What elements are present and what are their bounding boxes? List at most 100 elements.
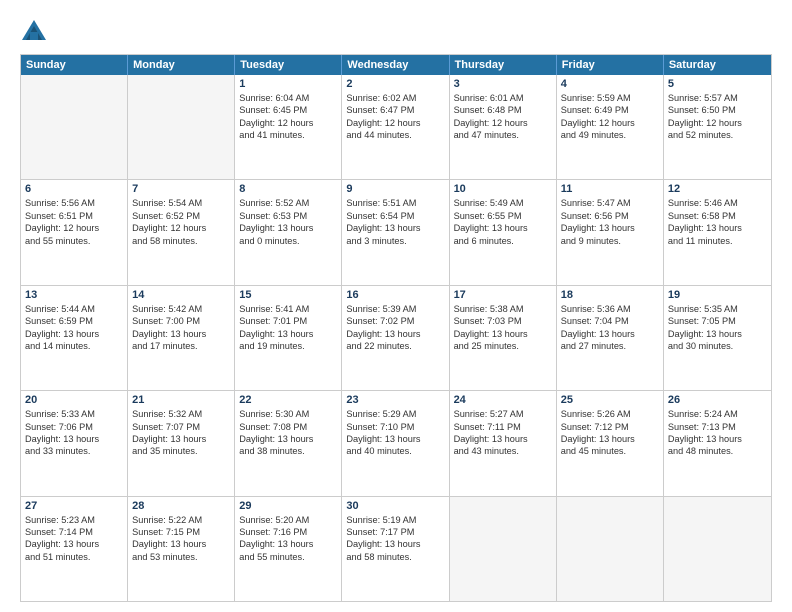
cell-text: Sunset: 7:15 PM xyxy=(132,526,230,538)
cell-text: Sunset: 6:45 PM xyxy=(239,104,337,116)
cell-text: Sunrise: 5:59 AM xyxy=(561,92,659,104)
cell-text: Sunrise: 6:02 AM xyxy=(346,92,444,104)
calendar-cell-25: 25Sunrise: 5:26 AMSunset: 7:12 PMDayligh… xyxy=(557,391,664,495)
header-day-tuesday: Tuesday xyxy=(235,55,342,75)
calendar-row-1: 6Sunrise: 5:56 AMSunset: 6:51 PMDaylight… xyxy=(21,179,771,284)
cell-text: Sunset: 7:06 PM xyxy=(25,421,123,433)
cell-text: and 3 minutes. xyxy=(346,235,444,247)
calendar-cell-11: 11Sunrise: 5:47 AMSunset: 6:56 PMDayligh… xyxy=(557,180,664,284)
cell-text: Sunset: 7:07 PM xyxy=(132,421,230,433)
day-number: 14 xyxy=(132,289,230,301)
cell-text: Sunset: 6:55 PM xyxy=(454,210,552,222)
cell-text: Daylight: 12 hours xyxy=(25,222,123,234)
cell-text: and 53 minutes. xyxy=(132,551,230,563)
day-number: 7 xyxy=(132,183,230,195)
calendar-cell-22: 22Sunrise: 5:30 AMSunset: 7:08 PMDayligh… xyxy=(235,391,342,495)
day-number: 9 xyxy=(346,183,444,195)
calendar-cell-27: 27Sunrise: 5:23 AMSunset: 7:14 PMDayligh… xyxy=(21,497,128,601)
day-number: 17 xyxy=(454,289,552,301)
day-number: 13 xyxy=(25,289,123,301)
calendar-cell-29: 29Sunrise: 5:20 AMSunset: 7:16 PMDayligh… xyxy=(235,497,342,601)
day-number: 15 xyxy=(239,289,337,301)
cell-text: and 55 minutes. xyxy=(239,551,337,563)
cell-text: Sunrise: 5:35 AM xyxy=(668,303,767,315)
cell-text: Sunrise: 5:39 AM xyxy=(346,303,444,315)
day-number: 29 xyxy=(239,500,337,512)
cell-text: and 11 minutes. xyxy=(668,235,767,247)
cell-text: and 45 minutes. xyxy=(561,445,659,457)
cell-text: Daylight: 13 hours xyxy=(561,433,659,445)
calendar-cell-10: 10Sunrise: 5:49 AMSunset: 6:55 PMDayligh… xyxy=(450,180,557,284)
day-number: 24 xyxy=(454,394,552,406)
cell-text: Daylight: 13 hours xyxy=(346,433,444,445)
cell-text: and 58 minutes. xyxy=(346,551,444,563)
cell-text: and 38 minutes. xyxy=(239,445,337,457)
cell-text: Sunrise: 5:49 AM xyxy=(454,197,552,209)
cell-text: and 0 minutes. xyxy=(239,235,337,247)
cell-text: and 6 minutes. xyxy=(454,235,552,247)
cell-text: Daylight: 13 hours xyxy=(454,222,552,234)
cell-text: and 41 minutes. xyxy=(239,129,337,141)
calendar-cell-13: 13Sunrise: 5:44 AMSunset: 6:59 PMDayligh… xyxy=(21,286,128,390)
day-number: 21 xyxy=(132,394,230,406)
day-number: 3 xyxy=(454,78,552,90)
page: SundayMondayTuesdayWednesdayThursdayFrid… xyxy=(0,0,792,612)
cell-text: Sunrise: 5:56 AM xyxy=(25,197,123,209)
calendar-cell-3: 3Sunrise: 6:01 AMSunset: 6:48 PMDaylight… xyxy=(450,75,557,179)
header-day-friday: Friday xyxy=(557,55,664,75)
cell-text: Sunset: 6:54 PM xyxy=(346,210,444,222)
header-day-wednesday: Wednesday xyxy=(342,55,449,75)
cell-text: Sunrise: 5:52 AM xyxy=(239,197,337,209)
cell-text: Sunrise: 5:51 AM xyxy=(346,197,444,209)
cell-text: Sunrise: 5:23 AM xyxy=(25,514,123,526)
calendar-cell-15: 15Sunrise: 5:41 AMSunset: 7:01 PMDayligh… xyxy=(235,286,342,390)
cell-text: Daylight: 12 hours xyxy=(668,117,767,129)
cell-text: Sunrise: 6:04 AM xyxy=(239,92,337,104)
calendar-row-3: 20Sunrise: 5:33 AMSunset: 7:06 PMDayligh… xyxy=(21,390,771,495)
day-number: 6 xyxy=(25,183,123,195)
cell-text: Sunrise: 5:47 AM xyxy=(561,197,659,209)
calendar-cell-30: 30Sunrise: 5:19 AMSunset: 7:17 PMDayligh… xyxy=(342,497,449,601)
cell-text: Daylight: 13 hours xyxy=(25,433,123,445)
logo-icon xyxy=(20,18,48,46)
cell-text: Sunset: 7:13 PM xyxy=(668,421,767,433)
cell-text: and 55 minutes. xyxy=(25,235,123,247)
day-number: 19 xyxy=(668,289,767,301)
cell-text: Daylight: 12 hours xyxy=(346,117,444,129)
cell-text: Daylight: 13 hours xyxy=(239,433,337,445)
cell-text: Daylight: 13 hours xyxy=(25,538,123,550)
calendar-cell-23: 23Sunrise: 5:29 AMSunset: 7:10 PMDayligh… xyxy=(342,391,449,495)
cell-text: Sunset: 7:16 PM xyxy=(239,526,337,538)
cell-text: and 33 minutes. xyxy=(25,445,123,457)
cell-text: Sunrise: 5:33 AM xyxy=(25,408,123,420)
cell-text: Sunrise: 5:46 AM xyxy=(668,197,767,209)
cell-text: Sunset: 6:47 PM xyxy=(346,104,444,116)
cell-text: Sunrise: 5:54 AM xyxy=(132,197,230,209)
cell-text: and 47 minutes. xyxy=(454,129,552,141)
calendar-body: 1 Sunrise: 6:04 AMSunset: 6:45 PM Daylight… xyxy=(21,75,771,601)
cell-text: Sunrise: 6:01 AM xyxy=(454,92,552,104)
cell-text: Daylight: 13 hours xyxy=(132,433,230,445)
header-day-saturday: Saturday xyxy=(664,55,771,75)
calendar-row-2: 13Sunrise: 5:44 AMSunset: 6:59 PMDayligh… xyxy=(21,285,771,390)
cell-text: Sunset: 7:12 PM xyxy=(561,421,659,433)
cell-text: Sunrise: 5:27 AM xyxy=(454,408,552,420)
cell-text: Daylight: 13 hours xyxy=(454,433,552,445)
cell-text: Sunset: 6:51 PM xyxy=(25,210,123,222)
day-number: 1 xyxy=(239,78,337,90)
day-number: 16 xyxy=(346,289,444,301)
cell-text: and 40 minutes. xyxy=(346,445,444,457)
cell-text: Sunset: 6:52 PM xyxy=(132,210,230,222)
cell-text: Sunrise: 5:26 AM xyxy=(561,408,659,420)
day-number: 30 xyxy=(346,500,444,512)
cell-text: Sunrise: 5:38 AM xyxy=(454,303,552,315)
cell-text: Sunset: 7:17 PM xyxy=(346,526,444,538)
header-day-monday: Monday xyxy=(128,55,235,75)
calendar-cell-24: 24 Sunrise: 5:27 AMSunset: 7:11 PMDayligh… xyxy=(450,391,557,495)
cell-text: and 44 minutes. xyxy=(346,129,444,141)
calendar-cell-20: 20Sunrise: 5:33 AMSunset: 7:06 PMDayligh… xyxy=(21,391,128,495)
calendar-cell-8: 8Sunrise: 5:52 AMSunset: 6:53 PMDaylight… xyxy=(235,180,342,284)
calendar-row-0: 1 Sunrise: 6:04 AMSunset: 6:45 PM Daylight… xyxy=(21,75,771,179)
cell-text: Sunset: 7:11 PM xyxy=(454,421,552,433)
cell-text: Daylight: 13 hours xyxy=(239,222,337,234)
